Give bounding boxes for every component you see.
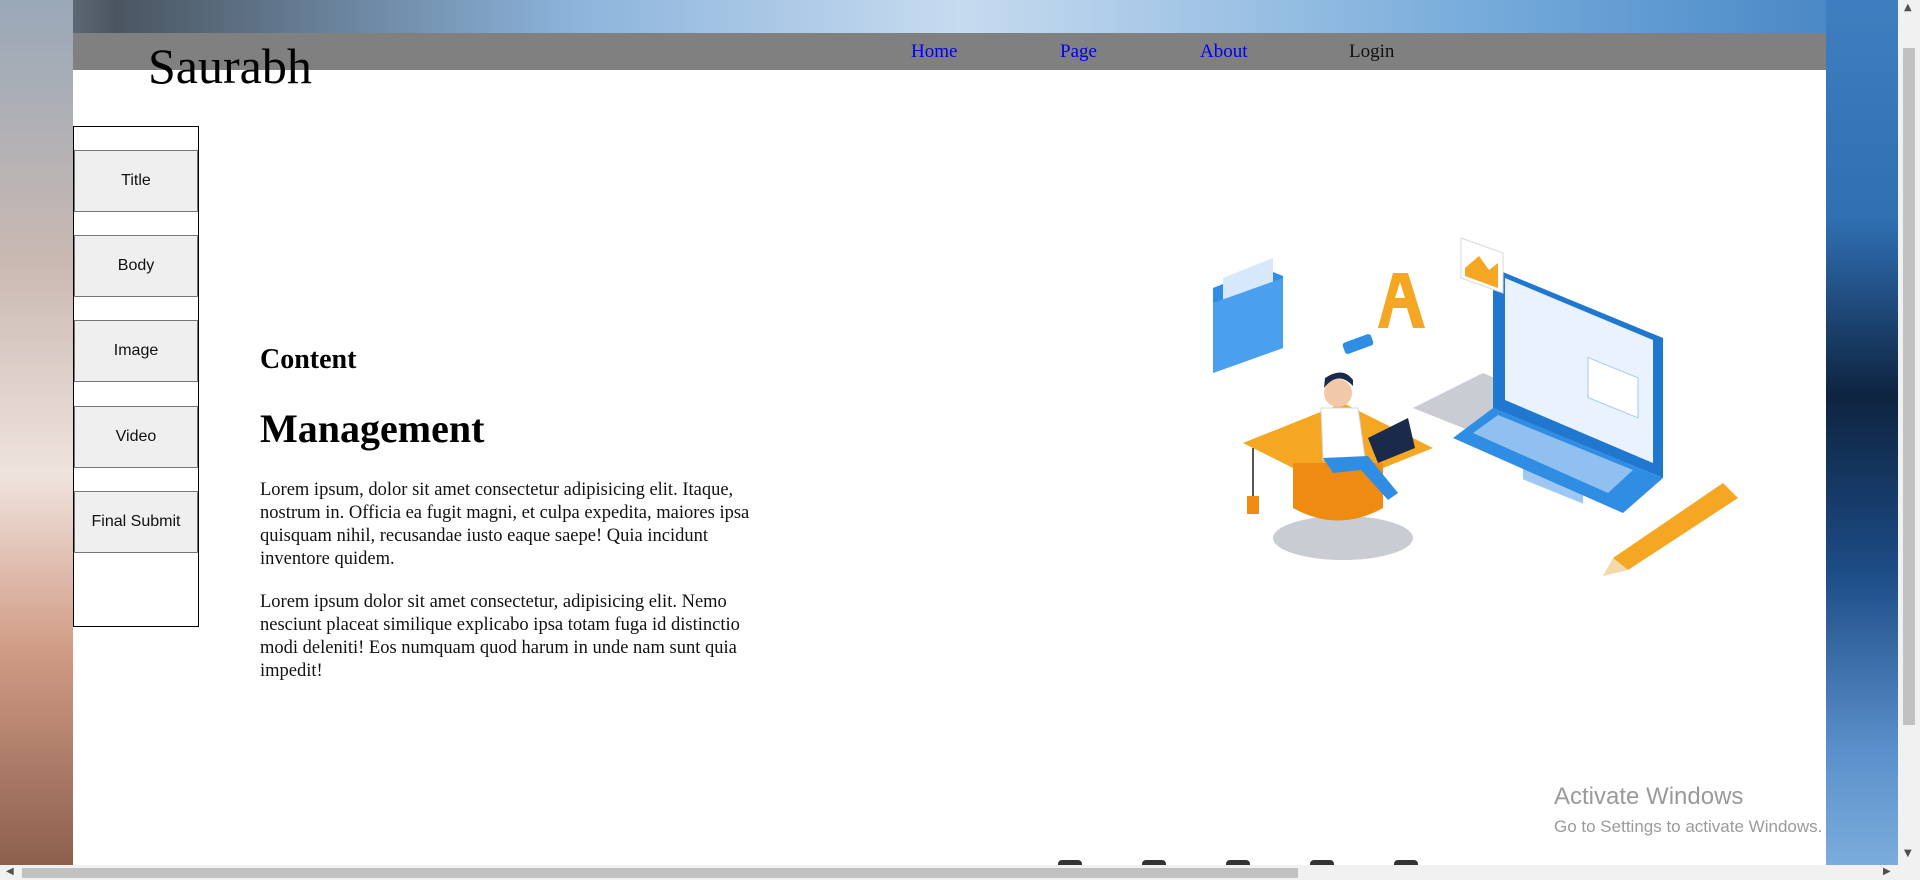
nav-about-link[interactable]: About [1200,41,1248,63]
horizontal-scroll-thumb[interactable] [22,868,1298,878]
scroll-down-icon[interactable]: ▼ [1904,848,1912,859]
horizontal-scrollbar[interactable]: ◀ ▶ [0,865,1898,880]
title-button[interactable]: Title [74,150,198,212]
nav-login-link[interactable]: Login [1349,41,1394,63]
video-button[interactable]: Video [74,406,198,468]
navbar: Home Page About Login [73,33,1826,70]
content-heading: Content [260,344,357,375]
brand-title: Saurabh [148,38,312,94]
scroll-up-icon[interactable]: ▲ [1904,2,1912,13]
scroll-right-icon[interactable]: ▶ [1883,866,1891,877]
desktop-background-top [0,0,1920,34]
nav-home-link[interactable]: Home [911,41,957,63]
management-heading: Management [260,406,485,451]
vertical-scrollbar[interactable]: ▲ ▼ [1898,0,1920,880]
desktop-background-left [0,0,73,865]
nav-page-link[interactable]: Page [1060,41,1097,63]
body-button[interactable]: Body [74,235,198,297]
intro-paragraph: Lorem ipsum, dolor sit amet consectetur … [260,480,750,569]
final-submit-button[interactable]: Final Submit [74,491,198,553]
second-paragraph: Lorem ipsum dolor sit amet consectetur, … [260,592,740,681]
image-button[interactable]: Image [74,320,198,382]
education-illustration [1213,237,1738,576]
desktop-background-right [1826,0,1898,880]
watermark-title: Activate Windows [1554,783,1744,810]
activate-windows-watermark: Activate Windows Go to Settings to activ… [1554,783,1822,837]
page: Home Page About Login Saurabh Title Body… [73,33,1826,865]
scroll-left-icon[interactable]: ◀ [6,866,14,877]
sidebar: Title Body Image Video Final Submit [73,126,199,627]
vertical-scroll-thumb[interactable] [1903,48,1915,725]
watermark-subtitle: Go to Settings to activate Windows. [1554,817,1823,836]
